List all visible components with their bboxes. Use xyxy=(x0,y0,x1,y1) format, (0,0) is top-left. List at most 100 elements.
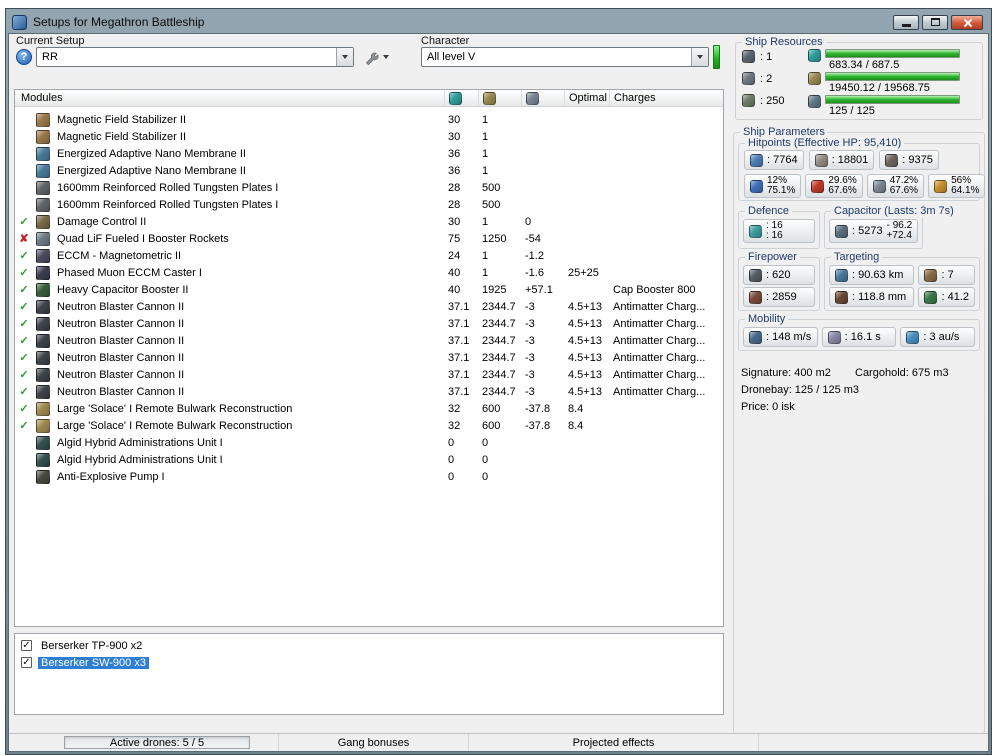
titlebar[interactable]: Setups for Megathron Battleship xyxy=(8,11,989,33)
module-cpu: 0 xyxy=(448,470,455,483)
help-button[interactable]: ? xyxy=(16,49,32,65)
module-row[interactable]: Algid Hybrid Administrations Unit I 0 0 xyxy=(15,451,723,468)
hitpoints-title: Hitpoints (Effective HP: 95,410) xyxy=(745,137,905,149)
remote-armor-repair-icon xyxy=(36,401,50,416)
module-icon-cell xyxy=(33,197,53,212)
drone-bandwidth-bar-stack: 125 / 125 xyxy=(825,95,960,117)
launcher-hardpoints-value: : 2 xyxy=(760,72,773,85)
module-cap-use: -37.8 xyxy=(525,402,551,415)
module-row[interactable]: 1600mm Reinforced Rolled Tungsten Plates… xyxy=(15,196,723,213)
header-cell-capacitor[interactable] xyxy=(521,90,564,106)
drone-checkbox[interactable]: ✓ xyxy=(21,640,32,651)
drones-list: ✓ Berserker TP-900 x2 ✓ Berserker SW-900 x3 xyxy=(14,633,724,715)
header-cell-optimal[interactable]: Optimal xyxy=(564,90,609,106)
module-row[interactable]: Energized Adaptive Nano Membrane II 36 1 xyxy=(15,162,723,179)
projected-effects-panel[interactable]: Projected effects xyxy=(469,734,759,751)
module-charge: Antimatter Charg... xyxy=(613,334,706,347)
module-charge: Antimatter Charg... xyxy=(613,300,706,313)
window-title: Setups for Megathron Battleship xyxy=(33,15,205,29)
module-row[interactable]: Magnetic Field Stabilizer II 30 1 xyxy=(15,111,723,128)
module-status-icon: ✓ xyxy=(19,267,29,279)
setup-combobox[interactable]: RR xyxy=(36,47,354,67)
module-row[interactable]: Energized Adaptive Nano Membrane II 36 1 xyxy=(15,145,723,162)
module-cap-use: -1.6 xyxy=(525,266,544,279)
module-row[interactable]: ✓ Phased Muon ECCM Caster I 40 1 -1.6 25+25 xyxy=(15,264,723,281)
minimize-button[interactable] xyxy=(893,14,919,30)
module-icon-cell xyxy=(33,163,53,178)
statusbar: Active drones: 5 / 5 Gang bonuses Projec… xyxy=(9,733,988,751)
targeting-group: Targeting : 90.63 km: 7: 118.8 mm: 41.2 xyxy=(824,251,980,311)
powergrid-bar-stack: 19450.12 / 19568.75 xyxy=(825,72,960,94)
capacitor-title: Capacitor (Lasts: 3m 7s) xyxy=(831,205,957,217)
cpu-bar xyxy=(825,49,960,58)
module-row[interactable]: 1600mm Reinforced Rolled Tungsten Plates… xyxy=(15,179,723,196)
module-row[interactable]: ✓ Large 'Solace' I Remote Bulwark Reconst… xyxy=(15,400,723,417)
modules-table: Modules Optimal Charges Magnetic Field S… xyxy=(14,89,724,627)
module-name: 1600mm Reinforced Rolled Tungsten Plates… xyxy=(57,181,279,194)
module-row[interactable]: ✓ Neutron Blaster Cannon II 37.1 2344.7 -3 4.… xyxy=(15,315,723,332)
module-powergrid: 500 xyxy=(482,181,501,194)
module-icon-cell xyxy=(33,418,53,433)
setup-combobox-dropdown[interactable] xyxy=(336,48,353,66)
drone-item[interactable]: ✓ Berserker SW-900 x3 xyxy=(15,654,723,671)
character-combobox[interactable]: All level V xyxy=(421,47,709,67)
module-status-icon: ✘ xyxy=(19,233,29,245)
setup-tools-button[interactable] xyxy=(356,48,396,66)
drone-dps-icon xyxy=(749,290,762,304)
window-content: Current Setup ? RR Character All level V… xyxy=(8,33,989,752)
header-cell-charges[interactable]: Charges xyxy=(609,90,723,106)
module-row[interactable]: Algid Hybrid Administrations Unit I 0 0 xyxy=(15,434,723,451)
header-cell-modules[interactable]: Modules xyxy=(15,90,444,106)
kinetic-resist-values: 47.2% 67.6% xyxy=(890,176,918,196)
thermal-resist-icon xyxy=(811,179,825,193)
kinetic-resist-icon xyxy=(872,179,886,193)
module-icon-cell xyxy=(33,435,53,450)
module-optimal: 4.5+13 xyxy=(568,368,602,381)
turret-dps-icon xyxy=(749,268,762,282)
maximize-button[interactable] xyxy=(922,14,948,30)
module-row[interactable]: Magnetic Field Stabilizer II 30 1 xyxy=(15,128,723,145)
module-powergrid: 1 xyxy=(482,113,489,126)
module-row[interactable]: Anti-Explosive Pump I 0 0 xyxy=(15,468,723,485)
module-optimal: 4.5+13 xyxy=(568,334,602,347)
module-row[interactable]: ✓ Large 'Solace' I Remote Bulwark Reconst… xyxy=(15,417,723,434)
character-combobox-dropdown[interactable] xyxy=(691,48,708,66)
drone-item[interactable]: ✓ Berserker TP-900 x2 xyxy=(15,637,723,654)
module-row[interactable]: ✓ Neutron Blaster Cannon II 37.1 2344.7 -3 4.… xyxy=(15,349,723,366)
gang-bonuses-panel[interactable]: Gang bonuses xyxy=(279,734,469,751)
close-button[interactable] xyxy=(951,14,983,30)
header-cell-powergrid[interactable] xyxy=(478,90,521,106)
dronebay-value: Dronebay: 125 / 125 m3 xyxy=(741,384,860,396)
module-row[interactable]: ✓ Heavy Capacitor Booster II 40 1925 +57.1 Ca… xyxy=(15,281,723,298)
wrench-icon xyxy=(365,52,379,65)
blaster-cannon-icon xyxy=(36,367,50,382)
eccm-caster-icon xyxy=(36,265,50,280)
module-cpu: 40 xyxy=(448,283,461,296)
magnetic-field-stabilizer-icon xyxy=(36,112,50,127)
header-cell-cpu[interactable] xyxy=(444,90,478,106)
module-row[interactable]: ✓ Neutron Blaster Cannon II 37.1 2344.7 -3 4.… xyxy=(15,298,723,315)
module-name: Quad LiF Fueled I Booster Rockets xyxy=(57,232,229,245)
turret-dps-chip: : 620 xyxy=(743,265,815,285)
capacitor-recharge: +72.4 xyxy=(886,230,912,241)
signature-value: Signature: 400 m2 xyxy=(741,367,831,379)
module-row[interactable]: ✓ Neutron Blaster Cannon II 37.1 2344.7 -3 4.… xyxy=(15,383,723,400)
module-icon-cell xyxy=(33,452,53,467)
module-status-icon: ✓ xyxy=(19,216,29,228)
module-cpu: 24 xyxy=(448,249,461,262)
module-row[interactable]: ✓ ECCM - Magnetometric II 24 1 -1.2 xyxy=(15,247,723,264)
module-name: Neutron Blaster Cannon II xyxy=(57,351,185,364)
module-cap-use: -3 xyxy=(525,351,535,364)
module-cpu: 37.1 xyxy=(448,300,470,313)
drone-checkbox[interactable]: ✓ xyxy=(21,657,32,668)
turret-hardpoints-value: : 1 xyxy=(760,50,773,63)
module-row[interactable]: ✘ Quad LiF Fueled I Booster Rockets 75 1250… xyxy=(15,230,723,247)
module-row[interactable]: ✓ Damage Control II 30 1 0 xyxy=(15,213,723,230)
module-cpu: 37.1 xyxy=(448,334,470,347)
module-icon-cell xyxy=(33,214,53,229)
module-cpu: 32 xyxy=(448,419,461,432)
module-row[interactable]: ✓ Neutron Blaster Cannon II 37.1 2344.7 -3 4.… xyxy=(15,366,723,383)
module-name: Energized Adaptive Nano Membrane II xyxy=(57,147,246,160)
module-row[interactable]: ✓ Neutron Blaster Cannon II 37.1 2344.7 -3 4.… xyxy=(15,332,723,349)
module-cpu: 40 xyxy=(448,266,461,279)
